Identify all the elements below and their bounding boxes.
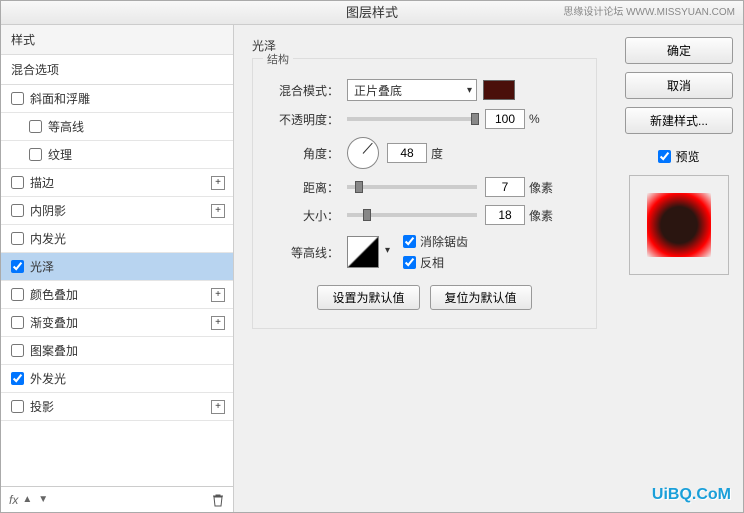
blend-mode-value: 正片叠底 bbox=[354, 82, 402, 99]
style-item-label: 投影 bbox=[30, 398, 54, 415]
style-item-label: 颜色叠加 bbox=[30, 286, 78, 303]
fx-icon[interactable]: fx bbox=[9, 493, 18, 507]
style-item-label: 渐变叠加 bbox=[30, 314, 78, 331]
style-item-label: 等高线 bbox=[48, 118, 84, 135]
blend-mode-label: 混合模式： bbox=[269, 82, 339, 99]
style-checkbox[interactable] bbox=[11, 344, 24, 357]
antialias-checkbox[interactable]: 消除锯齿 bbox=[403, 233, 468, 250]
style-item-4[interactable]: 内阴影 + bbox=[1, 197, 233, 225]
style-checkbox[interactable] bbox=[29, 148, 42, 161]
style-item-8[interactable]: 渐变叠加 + bbox=[1, 309, 233, 337]
blend-options-header[interactable]: 混合选项 bbox=[1, 55, 233, 85]
style-item-label: 外发光 bbox=[30, 370, 66, 387]
angle-label: 角度： bbox=[269, 145, 339, 162]
size-unit: 像素 bbox=[529, 207, 553, 224]
dialog-title: 图层样式 bbox=[346, 5, 398, 20]
watermark-top: 思缘设计论坛 WWW.MISSYUAN.COM bbox=[563, 1, 735, 25]
angle-dial[interactable] bbox=[347, 137, 379, 169]
preview-checkbox[interactable]: 预览 bbox=[658, 148, 699, 165]
distance-label: 距离： bbox=[269, 179, 339, 196]
style-checkbox[interactable] bbox=[11, 176, 24, 189]
invert-check-input[interactable] bbox=[403, 256, 416, 269]
add-effect-icon[interactable]: + bbox=[211, 204, 225, 218]
size-input[interactable] bbox=[485, 205, 525, 225]
panel-title: 光泽 bbox=[252, 37, 597, 54]
angle-input[interactable] bbox=[387, 143, 427, 163]
bottom-watermark: UiBQ.CoM bbox=[652, 486, 731, 504]
contour-picker[interactable] bbox=[347, 236, 379, 268]
arrow-up-icon[interactable]: ▲ bbox=[22, 494, 32, 505]
style-checkbox[interactable] bbox=[11, 92, 24, 105]
style-item-2[interactable]: 纹理 bbox=[1, 141, 233, 169]
style-item-0[interactable]: 斜面和浮雕 bbox=[1, 85, 233, 113]
style-checkbox[interactable] bbox=[11, 316, 24, 329]
style-item-label: 光泽 bbox=[30, 258, 54, 275]
preview-check-input[interactable] bbox=[658, 150, 671, 163]
opacity-label: 不透明度： bbox=[269, 111, 339, 128]
invert-label: 反相 bbox=[420, 254, 444, 271]
dialog-title-bar: 图层样式 思缘设计论坛 WWW.MISSYUAN.COM bbox=[1, 1, 743, 25]
antialias-label: 消除锯齿 bbox=[420, 233, 468, 250]
add-effect-icon[interactable]: + bbox=[211, 316, 225, 330]
reset-default-button[interactable]: 复位为默认值 bbox=[430, 285, 532, 310]
style-item-11[interactable]: 投影 + bbox=[1, 393, 233, 421]
opacity-slider[interactable] bbox=[347, 117, 477, 121]
style-checkbox[interactable] bbox=[11, 372, 24, 385]
styles-header[interactable]: 样式 bbox=[1, 25, 233, 55]
style-item-10[interactable]: 外发光 bbox=[1, 365, 233, 393]
style-item-9[interactable]: 图案叠加 bbox=[1, 337, 233, 365]
style-item-label: 图案叠加 bbox=[30, 342, 78, 359]
distance-input[interactable] bbox=[485, 177, 525, 197]
style-checkbox[interactable] bbox=[11, 204, 24, 217]
preview-swatch bbox=[647, 193, 711, 257]
style-checkbox[interactable] bbox=[11, 232, 24, 245]
action-panel: 确定 取消 新建样式... 预览 bbox=[615, 25, 743, 512]
style-checkbox[interactable] bbox=[11, 288, 24, 301]
opacity-input[interactable] bbox=[485, 109, 525, 129]
arrow-down-icon[interactable]: ▼ bbox=[38, 494, 48, 505]
style-item-label: 描边 bbox=[30, 174, 54, 191]
distance-unit: 像素 bbox=[529, 179, 553, 196]
angle-unit: 度 bbox=[431, 145, 443, 162]
fieldset-legend: 结构 bbox=[263, 51, 293, 67]
style-item-label: 纹理 bbox=[48, 146, 72, 163]
settings-panel: 光泽 结构 混合模式： 正片叠底 不透明度： % 角度： bbox=[234, 25, 615, 512]
blend-mode-select[interactable]: 正片叠底 bbox=[347, 79, 477, 101]
style-checkbox[interactable] bbox=[29, 120, 42, 133]
add-effect-icon[interactable]: + bbox=[211, 176, 225, 190]
add-effect-icon[interactable]: + bbox=[211, 400, 225, 414]
style-item-1[interactable]: 等高线 bbox=[1, 113, 233, 141]
styles-footer: fx ▲ ▼ bbox=[1, 486, 233, 512]
style-checkbox[interactable] bbox=[11, 260, 24, 273]
new-style-button[interactable]: 新建样式... bbox=[625, 107, 733, 134]
invert-checkbox[interactable]: 反相 bbox=[403, 254, 468, 271]
ok-button[interactable]: 确定 bbox=[625, 37, 733, 64]
size-label: 大小： bbox=[269, 207, 339, 224]
style-list: 斜面和浮雕等高线纹理描边 + 内阴影 + 内发光光泽颜色叠加 + 渐变叠加 + 图案叠加外发光投… bbox=[1, 85, 233, 486]
style-item-7[interactable]: 颜色叠加 + bbox=[1, 281, 233, 309]
contour-label: 等高线： bbox=[269, 244, 339, 261]
style-item-6[interactable]: 光泽 bbox=[1, 253, 233, 281]
antialias-check-input[interactable] bbox=[403, 235, 416, 248]
color-swatch[interactable] bbox=[483, 80, 515, 100]
size-slider[interactable] bbox=[347, 213, 477, 217]
style-item-3[interactable]: 描边 + bbox=[1, 169, 233, 197]
add-effect-icon[interactable]: + bbox=[211, 288, 225, 302]
preview-box bbox=[629, 175, 729, 275]
style-item-label: 内阴影 bbox=[30, 202, 66, 219]
style-checkbox[interactable] bbox=[11, 400, 24, 413]
style-item-5[interactable]: 内发光 bbox=[1, 225, 233, 253]
styles-panel: 样式 混合选项 斜面和浮雕等高线纹理描边 + 内阴影 + 内发光光泽颜色叠加 + 渐变叠加 +… bbox=[1, 25, 234, 512]
cancel-button[interactable]: 取消 bbox=[625, 72, 733, 99]
trash-icon[interactable] bbox=[211, 493, 225, 507]
preview-label: 预览 bbox=[675, 148, 699, 165]
structure-fieldset: 结构 混合模式： 正片叠底 不透明度： % 角度： bbox=[252, 58, 597, 329]
style-item-label: 斜面和浮雕 bbox=[30, 90, 90, 107]
set-default-button[interactable]: 设置为默认值 bbox=[317, 285, 419, 310]
style-item-label: 内发光 bbox=[30, 230, 66, 247]
distance-slider[interactable] bbox=[347, 185, 477, 189]
opacity-unit: % bbox=[529, 112, 540, 126]
